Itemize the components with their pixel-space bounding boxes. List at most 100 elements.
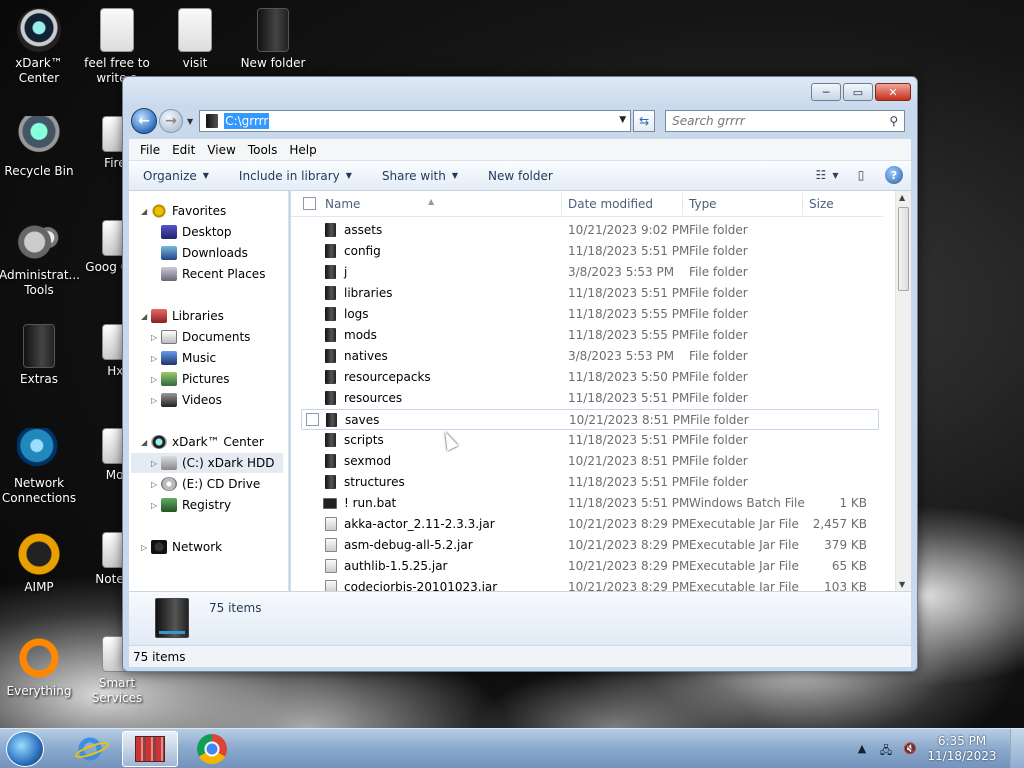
file-row[interactable]: resourcepacks 11/18/2023 5:50 PM File fold…	[301, 367, 879, 388]
file-row[interactable]: logs 11/18/2023 5:55 PM File folder	[301, 304, 879, 325]
nav-downloads[interactable]: Downloads	[161, 243, 248, 263]
nav-c-drive[interactable]: ▷ (C:) xDark HDD	[131, 453, 283, 473]
scroll-down-icon[interactable]: ▼	[899, 580, 905, 589]
file-type: File folder	[689, 433, 748, 447]
collapse-arrow-icon[interactable]: ▷	[151, 459, 161, 468]
file-row[interactable]: asm-debug-all-5.2.jar 10/21/2023 8:29 PM E…	[301, 535, 879, 556]
new-folder-button[interactable]: New folder	[488, 169, 553, 183]
file-row[interactable]: mods 11/18/2023 5:55 PM File folder	[301, 325, 879, 346]
forward-button[interactable]: →	[159, 109, 183, 133]
collapse-arrow-icon[interactable]: ▷	[151, 375, 161, 384]
show-hidden-icons-icon[interactable]: ▲	[854, 742, 870, 756]
chevron-down-icon[interactable]: ▼	[619, 115, 626, 125]
collapse-arrow-icon[interactable]: ▷	[151, 333, 161, 342]
nav-favorites[interactable]: ◢ Favorites	[141, 201, 226, 221]
back-button[interactable]: ←	[131, 108, 157, 134]
desktop-icon-visit[interactable]: visit	[155, 8, 235, 71]
file-row[interactable]: structures 11/18/2023 5:51 PM File folder	[301, 472, 879, 493]
desktop-icon-administrative-tools[interactable]: Administrat... Tools	[0, 220, 80, 298]
maximize-button[interactable]: ▭	[843, 83, 873, 101]
desktop-icon-everything[interactable]: Everything	[0, 636, 79, 699]
taskbar-file-explorer[interactable]	[122, 731, 178, 767]
file-row[interactable]: resources 11/18/2023 5:51 PM File folder	[301, 388, 879, 409]
desktop-icon-extras[interactable]: Extras	[0, 324, 79, 387]
file-row[interactable]: ! run.bat 11/18/2023 5:51 PM Windows Batch…	[301, 493, 879, 514]
column-divider[interactable]	[682, 193, 683, 215]
view-options-icon[interactable]: ☷ ▼	[816, 166, 839, 184]
nav-e-drive[interactable]: ▷ (E:) CD Drive	[151, 474, 260, 494]
nav-pictures[interactable]: ▷ Pictures	[151, 369, 230, 389]
help-icon[interactable]: ?	[885, 166, 903, 184]
network-status-icon[interactable]: 🖧	[878, 742, 894, 757]
column-size[interactable]: Size	[809, 197, 834, 211]
expand-arrow-icon[interactable]: ◢	[141, 438, 151, 447]
menu-help[interactable]: Help	[284, 143, 323, 157]
show-desktop-button[interactable]	[1010, 729, 1024, 768]
organize-button[interactable]: Organize ▼	[143, 169, 209, 183]
scroll-up-icon[interactable]: ▲	[899, 193, 905, 202]
clock[interactable]: 6:35 PM 11/18/2023	[926, 734, 998, 764]
include-in-library-button[interactable]: Include in library ▼	[239, 169, 352, 183]
file-row[interactable]: natives 3/8/2023 5:53 PM File folder	[301, 346, 879, 367]
file-row[interactable]: akka-actor_2.11-2.3.3.jar 10/21/2023 8:29…	[301, 514, 879, 535]
preview-pane-icon[interactable]: ▯	[851, 166, 871, 184]
desktop-icon-new-folder[interactable]: New folder	[233, 8, 313, 71]
menu-view[interactable]: View	[202, 143, 242, 157]
close-button[interactable]: ✕	[875, 83, 911, 101]
file-row[interactable]: codecjorbis-20101023.jar 10/21/2023 8:29 …	[301, 577, 879, 591]
start-button[interactable]	[6, 731, 44, 767]
refresh-button[interactable]: ⇆	[633, 110, 656, 132]
vertical-scrollbar[interactable]: ▲ ▼	[895, 191, 911, 591]
select-all-checkbox[interactable]	[303, 197, 316, 210]
file-row[interactable]: saves 10/21/2023 8:51 PM File folder	[301, 409, 879, 430]
nav-xdark-center[interactable]: ◢ xDark™ Center	[141, 432, 264, 452]
collapse-arrow-icon[interactable]: ▷	[151, 480, 161, 489]
file-row[interactable]: sexmod 10/21/2023 8:51 PM File folder	[301, 451, 879, 472]
taskbar-chrome[interactable]	[184, 731, 240, 767]
desktop-icon-xdark-center[interactable]: xDark™ Center	[0, 8, 79, 86]
collapse-arrow-icon[interactable]: ▷	[151, 354, 161, 363]
search-input[interactable]: Search grrrr ⚲	[665, 110, 906, 132]
file-row[interactable]: assets 10/21/2023 9:02 PM File folder	[301, 220, 879, 241]
volume-muted-icon[interactable]: 🔇	[902, 742, 918, 756]
nav-network[interactable]: ▷ Network	[141, 537, 222, 557]
address-text[interactable]: C:\grrrr	[224, 113, 270, 129]
nav-documents[interactable]: ▷ Documents	[151, 327, 250, 347]
column-date-modified[interactable]: Date modified	[568, 197, 653, 211]
collapse-arrow-icon[interactable]: ▷	[141, 543, 151, 552]
file-row[interactable]: authlib-1.5.25.jar 10/21/2023 8:29 PM Exec…	[301, 556, 879, 577]
file-row[interactable]: scripts 11/18/2023 5:51 PM File folder	[301, 430, 879, 451]
menu-tools[interactable]: Tools	[243, 143, 285, 157]
nav-videos[interactable]: ▷ Videos	[151, 390, 222, 410]
row-checkbox[interactable]	[306, 413, 319, 426]
column-divider[interactable]	[802, 193, 803, 215]
collapse-arrow-icon[interactable]: ▷	[151, 396, 161, 405]
desktop-icon-feel-free[interactable]: feel free to write a	[77, 8, 157, 86]
column-divider[interactable]	[561, 193, 562, 215]
desktop-icon-recycle-bin[interactable]: Recycle Bin	[0, 116, 79, 179]
minimize-button[interactable]: ─	[811, 83, 841, 101]
desktop-icon-aimp[interactable]: AIMP	[0, 532, 79, 595]
scrollbar-thumb[interactable]	[898, 207, 909, 291]
nav-desktop[interactable]: Desktop	[161, 222, 232, 242]
menu-file[interactable]: File	[135, 143, 167, 157]
recent-pages-dropdown[interactable]: ▼	[187, 117, 193, 126]
share-with-button[interactable]: Share with ▼	[382, 169, 458, 183]
menu-edit[interactable]: Edit	[167, 143, 202, 157]
nav-music[interactable]: ▷ Music	[151, 348, 216, 368]
file-row[interactable]: libraries 11/18/2023 5:51 PM File folder	[301, 283, 879, 304]
expand-arrow-icon[interactable]: ◢	[141, 312, 151, 321]
file-row[interactable]: j 3/8/2023 5:53 PM File folder	[301, 262, 879, 283]
column-name[interactable]: Name	[325, 197, 360, 211]
collapse-arrow-icon[interactable]: ▷	[151, 501, 161, 510]
file-row[interactable]: config 11/18/2023 5:51 PM File folder	[301, 241, 879, 262]
column-type[interactable]: Type	[689, 197, 717, 211]
desktop-icon-network-connections[interactable]: Network Connections	[0, 428, 79, 506]
nav-libraries[interactable]: ◢ Libraries	[141, 306, 224, 326]
search-icon[interactable]: ⚲	[889, 114, 898, 128]
expand-arrow-icon[interactable]: ◢	[141, 207, 151, 216]
address-bar[interactable]: C:\grrrr ▼	[199, 110, 632, 132]
nav-registry[interactable]: ▷ Registry	[151, 495, 231, 515]
taskbar-internet-explorer[interactable]	[62, 731, 118, 767]
nav-recent-places[interactable]: Recent Places	[161, 264, 265, 284]
